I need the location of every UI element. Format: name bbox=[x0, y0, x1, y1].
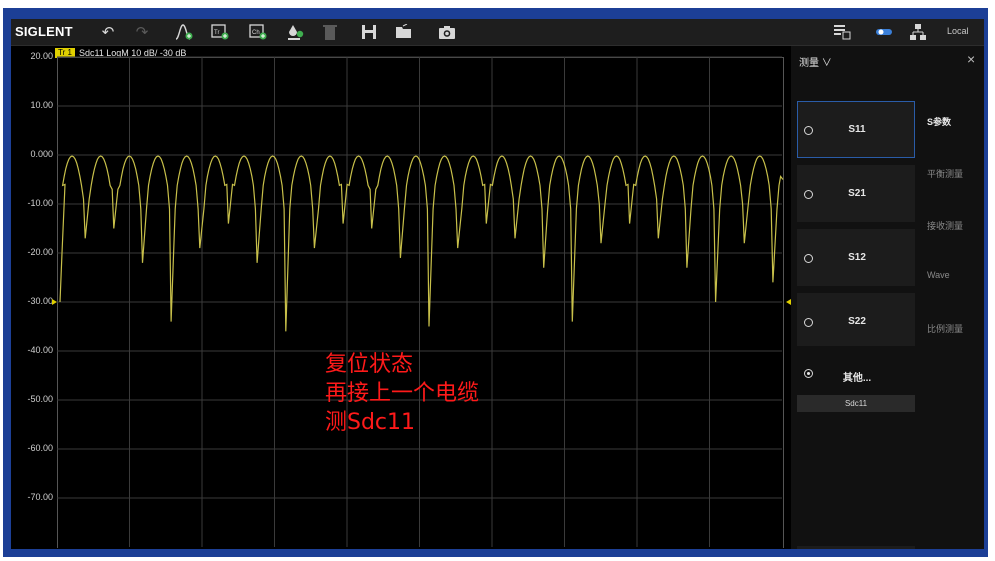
siglent-logo: SIGLENT bbox=[15, 24, 73, 39]
radio-s22[interactable] bbox=[804, 318, 813, 327]
camera-icon[interactable] bbox=[436, 22, 458, 42]
other-label: 其他... bbox=[842, 373, 872, 384]
reference-level-marker bbox=[52, 299, 57, 305]
delete-icon[interactable] bbox=[319, 22, 341, 42]
s11-label: S11 bbox=[848, 124, 866, 135]
category-wave[interactable]: Wave bbox=[927, 270, 950, 280]
category-receiver[interactable]: 接收测量 bbox=[927, 219, 963, 232]
other-param-value[interactable]: Sdc11 bbox=[797, 395, 915, 412]
open-icon[interactable] bbox=[393, 22, 415, 42]
svg-text:Tr: Tr bbox=[214, 30, 219, 36]
radio-s21[interactable] bbox=[804, 190, 813, 199]
annotation-line: 测Sdc11 bbox=[325, 410, 416, 435]
sdc11-trace-chart bbox=[52, 56, 791, 547]
other-button[interactable]: 其他... bbox=[797, 346, 915, 396]
s22-label: S22 bbox=[848, 316, 866, 327]
redo-icon[interactable]: ↷ bbox=[131, 22, 153, 42]
s12-button[interactable]: S12 bbox=[797, 229, 915, 286]
vna-screen: SIGLENT ↶ ↷ Tr Ch Local Tr 1 Sdc11 LogM … bbox=[11, 19, 984, 549]
sdc11-trace-line bbox=[59, 155, 784, 332]
s12-label: S12 bbox=[848, 252, 866, 263]
s21-button[interactable]: S21 bbox=[797, 165, 915, 222]
measurement-panel: 测量 ∨ × S11 S21 S12 S22 其他... Sdc11 S参数 平… bbox=[791, 46, 984, 549]
local-status: Local bbox=[947, 26, 969, 36]
annotation-text: 复位状态 再接上一个电缆 测Sdc11 bbox=[325, 350, 479, 437]
undo-icon[interactable]: ↶ bbox=[97, 22, 119, 42]
toggle-icon[interactable] bbox=[873, 22, 895, 42]
mode-button[interactable]: 模式 bbox=[797, 546, 915, 549]
s22-button[interactable]: S22 bbox=[797, 293, 915, 350]
annotation-line: 再接上一个电缆 bbox=[325, 381, 480, 406]
s11-button[interactable]: S11 bbox=[797, 101, 915, 158]
calibration-icon[interactable] bbox=[284, 22, 306, 42]
trace-add-icon[interactable]: Tr bbox=[209, 22, 231, 42]
marker-add-icon[interactable] bbox=[173, 22, 195, 42]
network-icon[interactable] bbox=[907, 22, 929, 42]
radio-s11[interactable] bbox=[804, 126, 813, 135]
plot-area: Tr 1 Sdc11 LogM 10 dB/ -30 dB 20.00 10.00… bbox=[11, 46, 791, 549]
close-icon[interactable]: × bbox=[967, 51, 975, 67]
category-s-params[interactable]: S参数 bbox=[927, 115, 951, 128]
radio-other[interactable] bbox=[804, 369, 813, 378]
toolbar: SIGLENT ↶ ↷ Tr Ch Local bbox=[11, 19, 984, 46]
category-ratio[interactable]: 比例测量 bbox=[927, 322, 963, 335]
panel-title[interactable]: 测量 ∨ bbox=[799, 54, 832, 69]
annotation-line: 复位状态 bbox=[325, 352, 414, 377]
category-balanced[interactable]: 平衡测量 bbox=[927, 167, 963, 180]
svg-text:Ch: Ch bbox=[252, 30, 260, 36]
radio-s12[interactable] bbox=[804, 254, 813, 263]
save-icon[interactable] bbox=[358, 22, 380, 42]
s21-label: S21 bbox=[848, 188, 866, 199]
window-layout-icon[interactable] bbox=[831, 22, 853, 42]
channel-add-icon[interactable]: Ch bbox=[247, 22, 269, 42]
